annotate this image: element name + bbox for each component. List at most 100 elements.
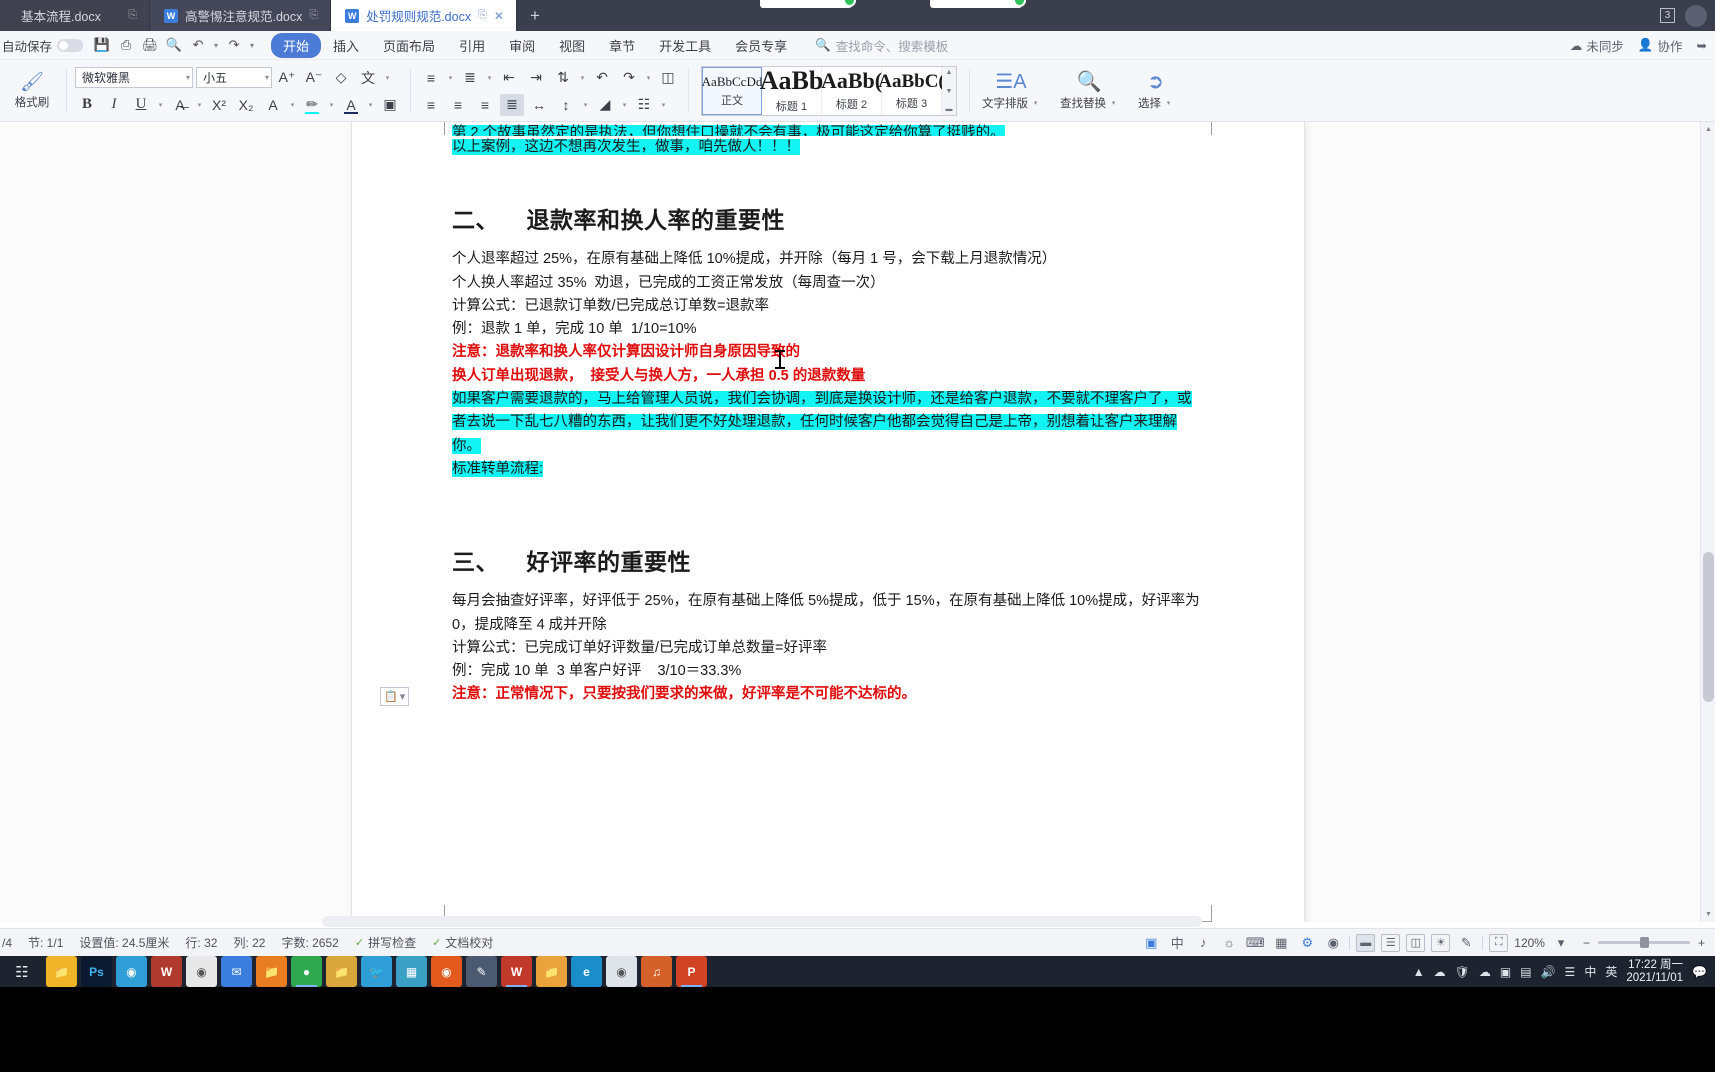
zoom-in-button[interactable]: + xyxy=(1698,936,1705,950)
zoom-control[interactable]: − + xyxy=(1583,936,1705,950)
print-preview-icon[interactable]: ⎙ xyxy=(115,34,137,56)
shading-icon[interactable]: ◢ xyxy=(593,94,617,116)
decrease-indent-icon[interactable]: ⇤ xyxy=(497,67,521,89)
table-icon[interactable]: ▦ xyxy=(1271,933,1291,953)
page-indicator[interactable]: /4 xyxy=(2,936,12,950)
zoom-level-label[interactable]: 120% xyxy=(1514,936,1545,950)
text-effects-icon[interactable]: A xyxy=(261,94,285,116)
file-explorer-icon[interactable]: 📁 xyxy=(46,956,77,987)
qq-icon[interactable]: 🐦 xyxy=(361,956,392,987)
ime-chinese-icon[interactable]: 中 xyxy=(1167,933,1187,953)
chrome2-icon[interactable]: ◉ xyxy=(606,956,637,987)
menu-tab-member[interactable]: 会员专享 xyxy=(723,33,799,58)
chevron-down-icon[interactable]: ▾ xyxy=(446,74,455,82)
chevron-down-icon[interactable]: ▾ xyxy=(383,74,392,82)
strikethrough-icon[interactable]: A̶ xyxy=(168,94,192,116)
autosave-control[interactable]: 自动保存 xyxy=(0,36,84,55)
row-indicator[interactable]: 行: 32 xyxy=(185,934,217,951)
window-count-badge[interactable]: 3 xyxy=(1660,8,1675,23)
document-body[interactable]: 第 2 个故事虽然定的是执法，但你想住口操就不会有事，极可能这定给你算了挺贱的。… xyxy=(452,122,1204,707)
lang-indicator-cn[interactable]: 中 xyxy=(1584,963,1596,980)
line-spacing-icon[interactable]: ↕ xyxy=(554,94,578,116)
chevron-down-icon[interactable]: ▾ xyxy=(644,74,653,82)
align-right-icon[interactable]: ≡ xyxy=(473,94,497,116)
clear-format-icon[interactable]: ◇ xyxy=(329,67,353,89)
style-item-normal[interactable]: AaBbCcDd 正文 xyxy=(702,67,762,115)
reading-view-icon[interactable]: ◫ xyxy=(1406,933,1426,952)
sort-icon[interactable]: ⇅ xyxy=(551,67,575,89)
shrink-font-icon[interactable]: A⁻ xyxy=(302,67,326,89)
bullet-list-icon[interactable]: ≡ xyxy=(419,67,443,89)
document-canvas[interactable]: 第 2 个故事虽然定的是执法，但你想住口操就不会有事，极可能这定给你算了挺贱的。… xyxy=(0,122,1715,922)
ruler-icon[interactable]: ◫ xyxy=(656,67,680,89)
restore-icon[interactable]: ⎘ xyxy=(478,9,487,22)
chevron-down-icon[interactable]: ▾ xyxy=(578,74,587,82)
column-indicator[interactable]: 列: 22 xyxy=(233,934,265,951)
menu-tab-review[interactable]: 审阅 xyxy=(497,33,547,58)
menu-tab-developer[interactable]: 开发工具 xyxy=(647,33,723,58)
chevron-down-icon[interactable]: ▾ xyxy=(261,73,269,82)
fit-page-icon[interactable]: ⛶ xyxy=(1489,933,1509,952)
style-item-heading2[interactable]: AaBb( 标题 2 xyxy=(821,67,882,115)
paragraph-layout-icon[interactable]: ↷ xyxy=(617,67,641,89)
print-icon[interactable]: 🖨 xyxy=(139,34,161,56)
menu-tab-section[interactable]: 章节 xyxy=(597,33,647,58)
section-indicator[interactable]: 节: 1/1 xyxy=(28,934,63,951)
restore-icon[interactable]: ⎘ xyxy=(128,9,137,22)
scroll-up-icon[interactable]: ▲ xyxy=(946,69,953,76)
page-view-icon[interactable]: ▬ xyxy=(1356,933,1376,952)
store-icon[interactable]: ▦ xyxy=(396,956,427,987)
settings-value[interactable]: 设置值: 24.5厘米 xyxy=(79,934,169,951)
folder2-icon[interactable]: 📁 xyxy=(536,956,567,987)
menu-tab-page-layout[interactable]: 页面布局 xyxy=(371,33,447,58)
notifications-icon[interactable]: 💬 xyxy=(1692,965,1707,979)
scroll-up-icon[interactable]: ▲ xyxy=(1701,122,1715,137)
character-border-icon[interactable]: ▣ xyxy=(378,94,402,116)
zoom-slider-knob[interactable] xyxy=(1639,937,1649,948)
mail-icon[interactable]: ✉ xyxy=(221,956,252,987)
chevron-down-icon[interactable]: ▾ xyxy=(1109,99,1118,107)
font-name-combo[interactable]: 微软雅黑 ▾ xyxy=(75,67,193,88)
settings-gear-icon[interactable]: ⚙ xyxy=(1297,933,1317,953)
outline-view-icon[interactable]: ☰ xyxy=(1381,933,1401,952)
menu-tab-home[interactable]: 开始 xyxy=(271,32,322,58)
save-icon[interactable]: 💾 xyxy=(91,34,113,56)
text-layout-button[interactable]: ☰A 文字排版 ▾ xyxy=(972,60,1050,122)
show-marks-icon[interactable]: ↶ xyxy=(590,67,614,89)
font-size-combo[interactable]: 小五 ▾ xyxy=(196,67,272,88)
chevron-down-icon[interactable]: ▾ xyxy=(288,101,297,109)
increase-indent-icon[interactable]: ⇥ xyxy=(524,67,548,89)
windows-start-icon[interactable]: ☷ xyxy=(0,956,44,987)
lang-indicator-en[interactable]: 英 xyxy=(1605,963,1617,980)
shield-icon[interactable]: 🛡 xyxy=(1455,965,1470,979)
tab-item-2[interactable]: W 处罚规则规范.docx ⎘ ✕ xyxy=(331,0,517,31)
scroll-down-icon[interactable]: ▼ xyxy=(946,88,953,95)
chevron-down-icon[interactable]: ▾ xyxy=(659,101,668,109)
menu-tab-insert[interactable]: 插入 xyxy=(321,33,371,58)
undo-dropdown-icon[interactable]: ▾ xyxy=(211,41,221,50)
chevron-down-icon[interactable]: ▾ xyxy=(581,101,590,109)
find-icon[interactable]: 🔍 xyxy=(163,34,185,56)
firefox-icon[interactable]: ◉ xyxy=(431,956,462,987)
chevron-down-icon[interactable]: ▾ xyxy=(195,101,204,109)
explorer2-icon[interactable]: 📁 xyxy=(326,956,357,987)
numbered-list-icon[interactable]: ≣ xyxy=(458,67,482,89)
photoshop-icon[interactable]: Ps xyxy=(81,956,112,987)
chevron-down-icon[interactable]: ▾ xyxy=(485,74,494,82)
notepad-icon[interactable]: ✎ xyxy=(466,956,497,987)
close-icon[interactable]: ✕ xyxy=(494,9,504,23)
highlight-color-icon[interactable]: ✏ xyxy=(300,94,324,116)
sync-status[interactable]: ☁ 未同步 xyxy=(1570,36,1624,55)
scroll-down-icon[interactable]: ▼ xyxy=(1701,907,1715,922)
horizontal-scrollbar[interactable] xyxy=(322,916,1202,927)
document-page[interactable]: 第 2 个故事虽然定的是执法，但你想住口操就不会有事，极可能这定给你算了挺贱的。… xyxy=(352,122,1304,922)
folder-orange-icon[interactable]: 📁 xyxy=(256,956,287,987)
share-icon[interactable]: ➥ xyxy=(1697,38,1707,53)
borders-icon[interactable]: ☷ xyxy=(632,94,656,116)
doc-proof-button[interactable]: ✓ 文档校对 xyxy=(432,934,493,951)
taskbar-clock[interactable]: 17:22 周一 2021/11/01 xyxy=(1626,959,1683,985)
find-replace-button[interactable]: 🔍 查找替换 ▾ xyxy=(1050,60,1128,122)
pinyin-guide-icon[interactable]: 文 xyxy=(356,67,380,89)
wechat-icon[interactable]: ● xyxy=(291,956,322,987)
style-item-heading1[interactable]: AaBb 标题 1 xyxy=(760,67,823,115)
